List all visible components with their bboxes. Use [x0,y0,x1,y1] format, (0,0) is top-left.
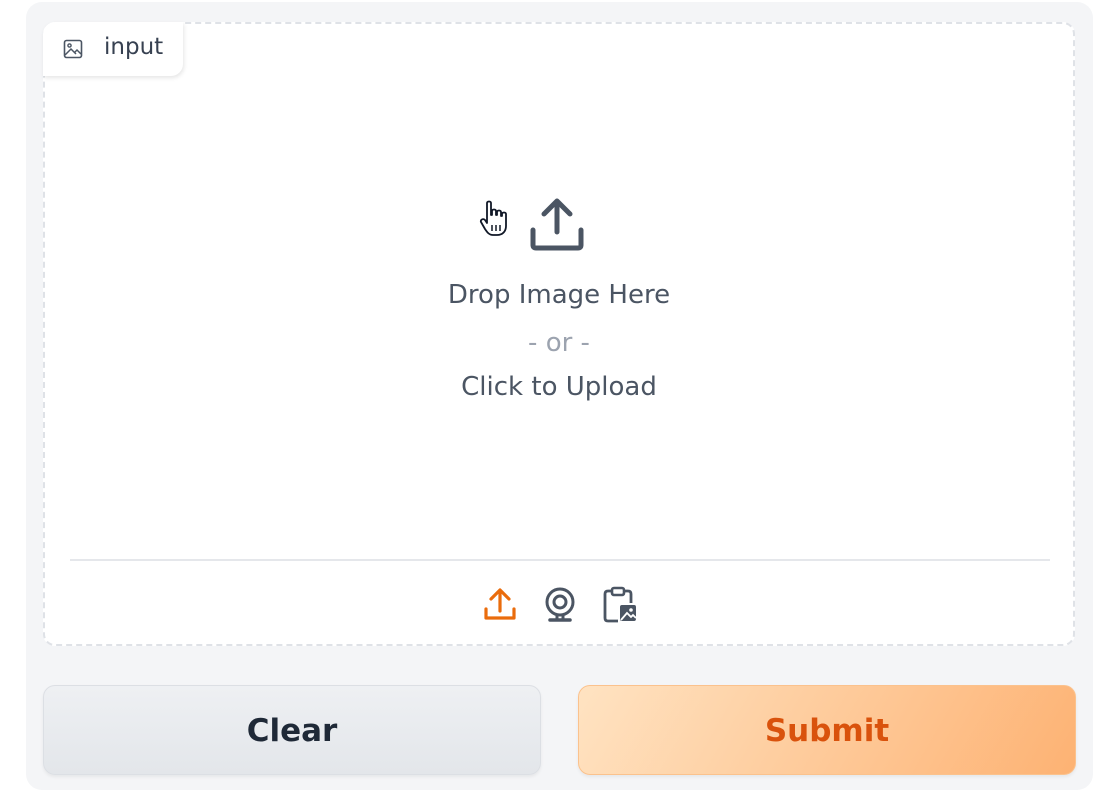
submit-button[interactable]: Submit [578,685,1076,775]
block-label: input [43,22,183,76]
hand-cursor-icon [479,200,507,236]
block-label-text: input [104,34,164,60]
upload-icon [530,198,584,251]
clear-button[interactable]: Clear [43,685,541,775]
click-to-upload-text[interactable]: Click to Upload [43,372,1075,402]
webcam-icon[interactable] [540,585,580,625]
clipboard-image-icon[interactable] [600,585,640,625]
image-icon [63,39,83,59]
or-separator-text: - or - [528,328,590,358]
drop-image-text: Drop Image Here [447,280,671,310]
click-to-upload-area[interactable] [43,90,1075,530]
source-divider [70,559,1050,561]
upload-source-icon[interactable] [480,585,520,625]
